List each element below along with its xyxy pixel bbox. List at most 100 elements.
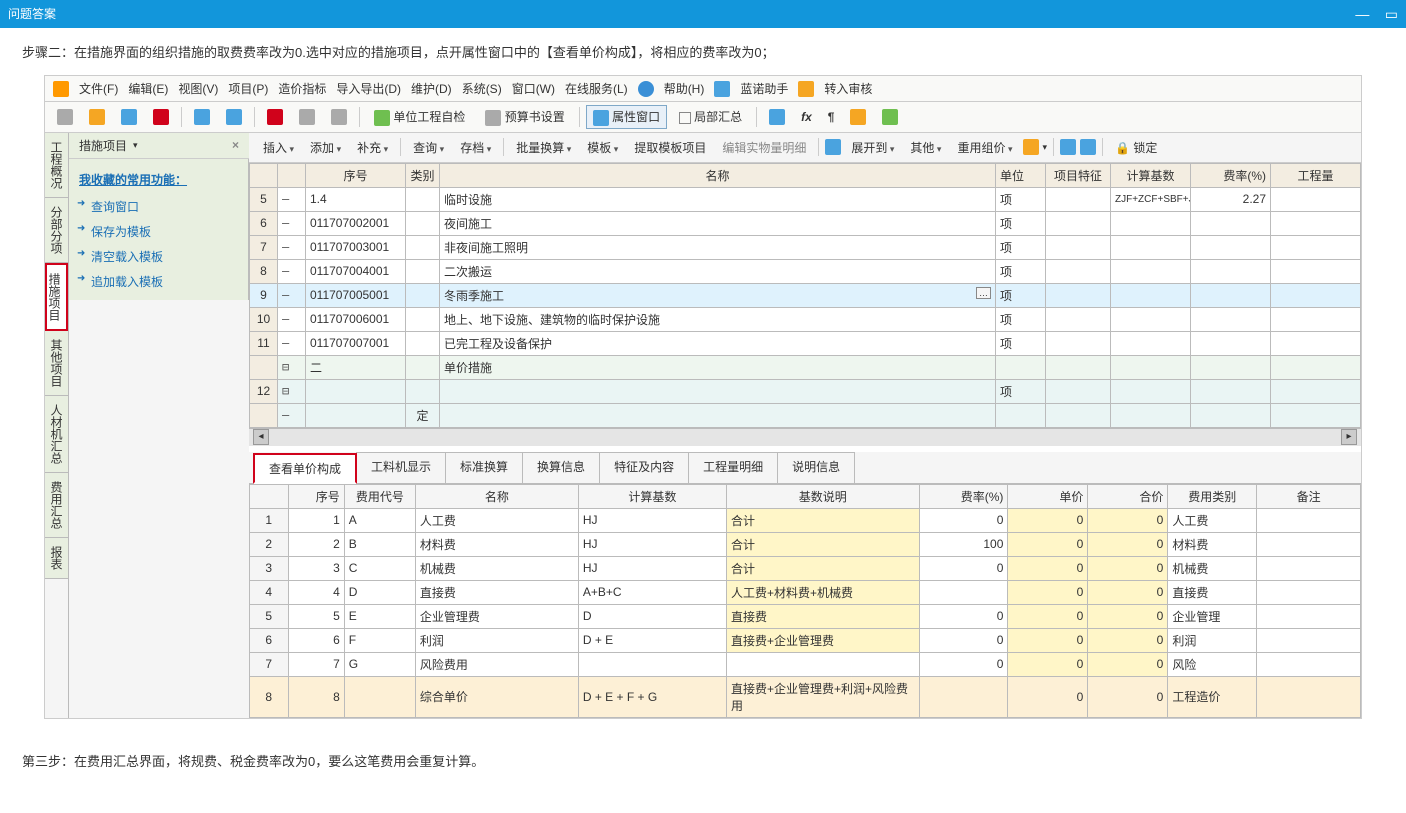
tb-extra3[interactable]: ¶ [822,108,841,126]
checkbox-icon[interactable] [679,112,691,124]
table-row[interactable]: 7—011707003001非夜间施工照明项 [250,235,1361,259]
table-row[interactable]: 8—011707004001二次搬运项 [250,259,1361,283]
scroll-right-icon[interactable]: ▸ [1341,429,1357,445]
tb2-expand[interactable]: 展开到 [845,137,900,158]
col2-rm[interactable]: 备注 [1257,484,1361,508]
maximize-icon[interactable]: ▭ [1385,6,1398,22]
fav-item-3[interactable]: 追加载入模板 [69,269,248,294]
tb-paste-button[interactable] [325,107,353,127]
table-row[interactable]: 11A人工费HJ合计000人工费 [250,508,1361,532]
detail-tab-4[interactable]: 特征及内容 [599,452,689,483]
tb-new-button[interactable] [51,107,79,127]
help-icon[interactable] [638,81,654,97]
vtab-1[interactable]: 分部分项 [45,198,68,263]
tb-open-button[interactable] [83,107,111,127]
h-scrollbar[interactable]: ◂ ▸ [249,428,1361,446]
tb-bureau[interactable]: 局部汇总 [671,105,750,128]
vtab-0[interactable]: 工程概况 [45,133,68,198]
more-icon[interactable]: … [976,287,991,299]
tb-undo-button[interactable] [188,107,216,127]
detail-tab-0[interactable]: 查看单价构成 [253,453,357,484]
table-row[interactable]: 44D直接费A+B+C人工费+材料费+机械费00直接费 [250,580,1361,604]
menu-audit[interactable]: 转入审核 [824,80,872,97]
menu-help[interactable]: 帮助(H) [664,80,705,97]
col2-up[interactable]: 单价 [1008,484,1088,508]
tb-properties[interactable]: 属性窗口 [586,105,667,129]
tb2-add[interactable]: 添加 [304,137,347,158]
col2-nm[interactable]: 名称 [415,484,578,508]
menu-project[interactable]: 项目(P) [228,80,268,97]
col-name[interactable]: 名称 [440,163,996,187]
tb-delete-button[interactable] [147,107,175,127]
col-unit[interactable]: 单位 [996,163,1046,187]
table-row[interactable]: 11—011707007001已完工程及设备保护项 [250,331,1361,355]
col2-cd[interactable]: 费用代号 [344,484,415,508]
tb2-batch[interactable]: 批量换算 [510,137,577,158]
table-row[interactable]: 33C机械费HJ合计000机械费 [250,556,1361,580]
tb-extra5[interactable] [876,107,904,127]
detail-tab-6[interactable]: 说明信息 [777,452,855,483]
col-cat[interactable]: 类别 [406,163,440,187]
tb-cut-button[interactable] [261,107,289,127]
vtab-6[interactable]: 报表 [45,538,68,579]
audit-icon[interactable] [798,81,814,97]
table-row[interactable]: 22B材料费HJ合计10000材料费 [250,532,1361,556]
vtab-2[interactable]: 措施项目 [45,263,68,331]
col-amt[interactable]: 工程量 [1271,163,1361,187]
col2-tp[interactable]: 费用类别 [1168,484,1257,508]
scroll-left-icon[interactable]: ◂ [253,429,269,445]
menu-online[interactable]: 在线服务(L) [565,80,628,97]
tb2-detail[interactable]: 编辑实物量明细 [716,137,812,158]
tb2-other[interactable]: 其他 [904,137,947,158]
table-row[interactable]: 12⊟项 [250,379,1361,403]
tb2-save[interactable]: 存档 [454,137,497,158]
col2-bs[interactable]: 计算基数 [578,484,726,508]
col-feat[interactable]: 项目特征 [1046,163,1111,187]
fav-item-1[interactable]: 保存为模板 [69,219,248,244]
table-row[interactable]: 5—1.4临时设施项ZJF+ZCF+SBF+JSCS_ZJF+JSCS_ZCF+… [250,187,1361,211]
detail-tab-2[interactable]: 标准换算 [445,452,523,483]
col-seq[interactable]: 序号 [306,163,406,187]
tb-extra1[interactable] [763,107,791,127]
tb-extra2[interactable]: fx [795,108,818,126]
filter-icon[interactable] [1060,139,1076,155]
table-row[interactable]: 66F利润D + E直接费+企业管理费000利润 [250,628,1361,652]
table-row[interactable]: 9—011707005001冬雨季施工…项 [250,283,1361,307]
tb2-extract[interactable]: 提取模板项目 [628,137,712,158]
menu-maint[interactable]: 维护(D) [411,80,452,97]
col-rate[interactable]: 费率(%) [1191,163,1271,187]
table-row[interactable]: 6—011707002001夜间施工项 [250,211,1361,235]
tb2-query[interactable]: 查询 [407,137,450,158]
tb2-tpl[interactable]: 模板 [581,137,624,158]
menu-file[interactable]: 文件(F) [79,80,118,97]
menu-edit[interactable]: 编辑(E) [128,80,168,97]
fav-item-2[interactable]: 清空载入模板 [69,244,248,269]
detail-tab-1[interactable]: 工料机显示 [356,452,446,483]
tb2-insert[interactable]: 插入 [257,137,300,158]
tb-save-button[interactable] [115,107,143,127]
col2-rt[interactable]: 费率(%) [919,484,1008,508]
sort-icon[interactable] [1080,139,1096,155]
price-composition-grid[interactable]: 序号 费用代号 名称 计算基数 基数说明 费率(%) 单价 合价 费用类别 备注… [249,484,1361,718]
col2-ds[interactable]: 基数说明 [726,484,919,508]
minimize-icon[interactable]: — [1355,6,1369,22]
vtab-4[interactable]: 人材机汇总 [45,396,68,473]
tb-copy-button[interactable] [293,107,321,127]
tb-redo-button[interactable] [220,107,248,127]
table-row[interactable]: 10—011707006001地上、地下设施、建筑物的临时保护设施项 [250,307,1361,331]
tb2-regroup[interactable]: 重用组价 [951,137,1018,158]
table-row[interactable]: 77G风险费用000风险 [250,652,1361,676]
menu-view[interactable]: 视图(V) [178,80,218,97]
vtab-5[interactable]: 费用汇总 [45,473,68,538]
color-icon[interactable] [1023,139,1039,155]
menu-io[interactable]: 导入导出(D) [336,80,401,97]
col2-sn[interactable]: 序号 [288,484,344,508]
vtab-3[interactable]: 其他项目 [45,331,68,396]
tb2-lock[interactable]: 🔒 锁定 [1109,137,1163,158]
col-base[interactable]: 计算基数 [1111,163,1191,187]
tb-extra4[interactable] [844,107,872,127]
table-row[interactable]: —定 [250,403,1361,427]
assistant-icon[interactable] [714,81,730,97]
menu-cost[interactable]: 造价指标 [278,80,326,97]
table-row[interactable]: 55E企业管理费D直接费000企业管理 [250,604,1361,628]
